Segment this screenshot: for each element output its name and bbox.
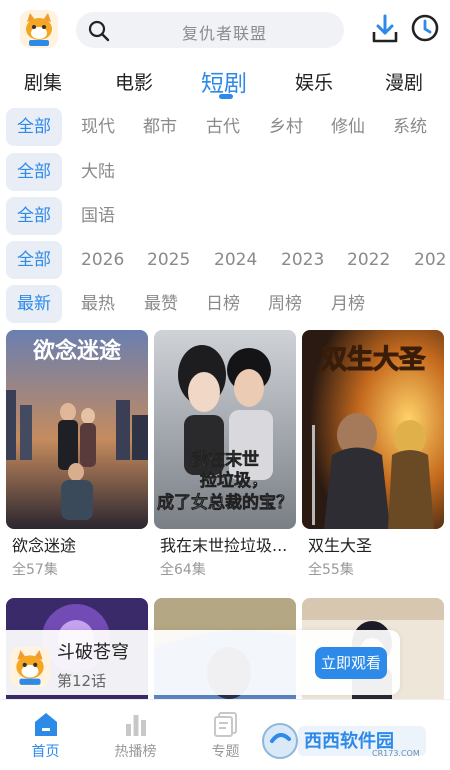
poster-title-text: 欲念迷途 [32,338,122,364]
search-bar[interactable]: 复仇者联盟 [76,12,344,48]
tab-hot-ranking[interactable]: 热播榜 [98,700,173,770]
active-tab-indicator [219,94,233,99]
genre-filter-row: 全部 现代 都市 古代 乡村 修仙 系统 [0,108,450,148]
tab-movies[interactable]: 电影 [115,68,153,95]
site-watermark: 西西软件园 CR173.COM [260,720,430,762]
filter-chip[interactable]: 修仙 [331,108,365,146]
history-icon[interactable] [410,13,440,43]
sort-filter-row: 最新 最热 最赞 日榜 周榜 月榜 [0,285,450,325]
tab-short-drama[interactable]: 短剧 [201,64,247,98]
filter-chip[interactable]: 国语 [81,197,115,235]
filter-chip[interactable]: 202 [414,241,446,279]
poster-image: 双生大圣 [302,330,444,529]
banner-title: 斗破苍穹 [57,642,129,663]
card-title: 我在末世捡垃圾... [160,536,288,555]
filter-chip[interactable]: 2022 [347,241,390,279]
download-icon[interactable] [371,14,399,44]
continue-watching-banner[interactable]: 斗破苍穹 第12话 立即观看 [0,630,400,695]
sort-chip-latest[interactable]: 最新 [6,285,62,323]
card-episodes: 全57集 [12,562,58,578]
filter-chip-all[interactable]: 全部 [6,241,62,279]
search-placeholder: 复仇者联盟 [182,24,268,43]
sort-chip[interactable]: 月榜 [331,285,365,323]
poster-image: 我在末世捡垃圾，成了女总裁的宝？ [154,330,296,529]
poster-image: 欲念迷途 [6,330,148,529]
filter-chip[interactable]: 古代 [206,108,240,146]
filter-chip[interactable]: 乡村 [269,108,303,146]
sort-chip[interactable]: 周榜 [268,285,302,323]
filter-chip[interactable]: 大陆 [81,153,115,191]
sort-chip[interactable]: 日榜 [206,285,240,323]
search-icon [88,20,110,42]
watermark-sub: CR173.COM [372,749,420,758]
tab-topics-label: 专题 [211,744,240,760]
banner-episode: 第12话 [57,672,107,690]
top-bar: 复仇者联盟 [0,0,450,62]
tab-series[interactable]: 剧集 [24,68,62,95]
home-icon [35,713,57,736]
sort-chip[interactable]: 最赞 [144,285,178,323]
filter-chip[interactable]: 2026 [81,241,124,279]
watch-now-button[interactable]: 立即观看 [315,647,387,679]
filter-chip-all[interactable]: 全部 [6,108,62,146]
region-filter-row: 全部 大陆 [0,153,450,193]
filter-chip[interactable]: 2024 [214,241,257,279]
topics-icon [214,712,237,737]
app-logo[interactable] [20,10,58,48]
card-episodes: 全64集 [160,562,206,578]
filter-chip-all[interactable]: 全部 [6,153,62,191]
tab-topics[interactable]: 专题 [188,700,263,770]
card-title: 双生大圣 [308,536,373,555]
filter-chip[interactable]: 现代 [81,108,115,146]
mascot-avatar [10,647,50,687]
tab-home-label: 首页 [31,744,60,760]
tab-anime-drama[interactable]: 漫剧 [385,68,423,95]
filter-chip[interactable]: 2023 [281,241,324,279]
tab-entertainment[interactable]: 娱乐 [295,68,333,95]
poster-title-text: 双生大圣 [321,345,426,375]
filter-chip[interactable]: 2025 [147,241,190,279]
card-title: 欲念迷途 [12,536,77,555]
filter-chip[interactable]: 系统 [393,108,427,146]
filter-chip[interactable]: 都市 [143,108,177,146]
ranking-icon [126,715,146,736]
card-episodes: 全55集 [308,562,354,578]
tab-home[interactable]: 首页 [8,700,83,770]
language-filter-row: 全部 国语 [0,197,450,237]
filter-chip-all[interactable]: 全部 [6,197,62,235]
tab-hot-ranking-label: 热播榜 [114,744,157,760]
sort-chip[interactable]: 最热 [81,285,115,323]
year-filter-row: 全部 2026 2025 2024 2023 2022 202 [0,241,450,281]
